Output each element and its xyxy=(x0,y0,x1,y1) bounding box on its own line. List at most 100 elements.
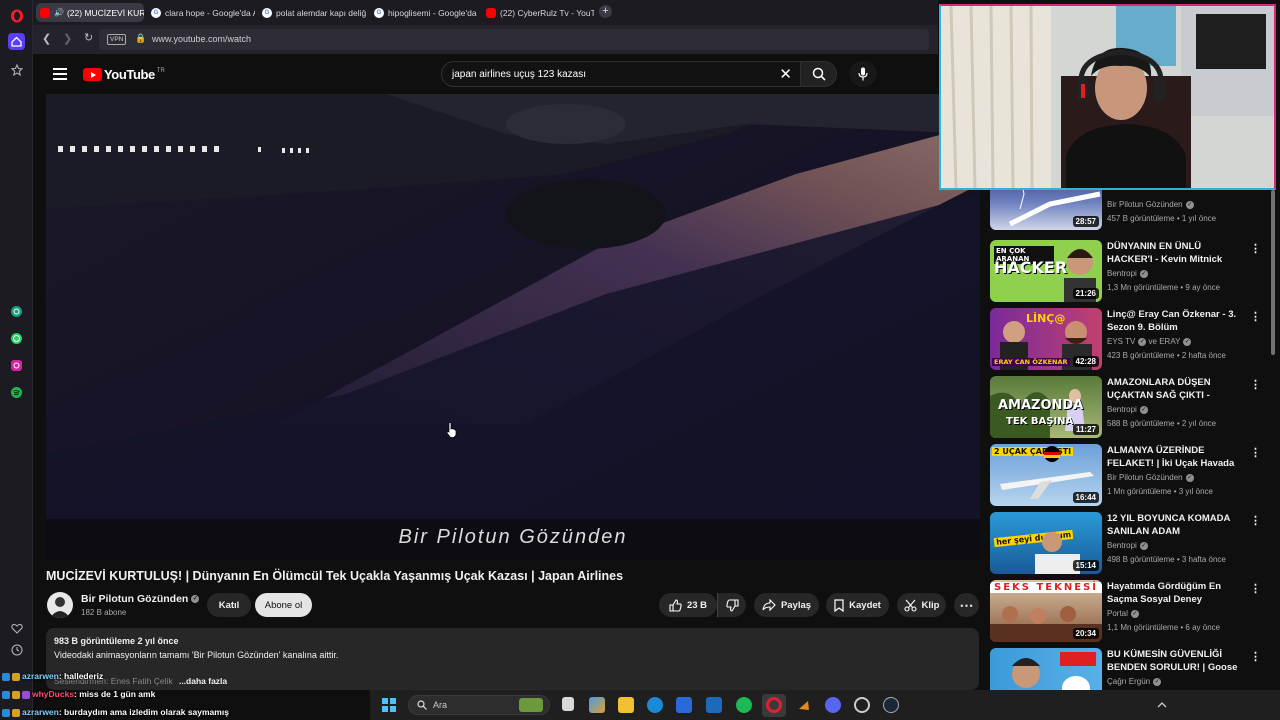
more-vertical-icon[interactable]: ⋮ xyxy=(1250,650,1261,663)
more-vertical-icon[interactable]: ⋮ xyxy=(1250,310,1261,323)
video-thumbnail[interactable]: her şeyi duydum 15:14 xyxy=(990,512,1102,574)
search-highlight-icon xyxy=(519,698,543,712)
tab-google-clara[interactable]: G clara hope - Google'da Ar xyxy=(147,3,255,22)
back-icon[interactable]: ❮ xyxy=(42,32,51,45)
notepad-icon[interactable] xyxy=(562,697,574,711)
spotify-icon[interactable] xyxy=(736,697,752,713)
tab-youtube-active[interactable]: 🔊 (22) MUCİZEVİ KURTUL xyxy=(36,3,144,22)
chatgpt-icon[interactable] xyxy=(8,303,25,320)
recommendation-item[interactable]: her şeyi duydum 15:14 12 YIL BOYUNCA KOM… xyxy=(990,512,1270,576)
file-explorer-icon[interactable] xyxy=(618,697,634,713)
opera-logo-icon[interactable] xyxy=(8,7,25,24)
more-vertical-icon[interactable]: ⋮ xyxy=(1250,514,1261,527)
tab-google-hipoglisemi[interactable]: G hipoglisemi - Google'da A xyxy=(370,3,478,22)
home-icon[interactable] xyxy=(8,33,25,50)
bookmark-icon xyxy=(834,598,844,612)
video-title[interactable]: ALMANYA ÜZERİNDE FELAKET! | İki Uçak Hav… xyxy=(1107,444,1247,471)
more-vertical-icon[interactable]: ⋮ xyxy=(1250,378,1261,391)
bookmark-star-icon[interactable] xyxy=(8,61,25,78)
search-button[interactable] xyxy=(801,61,837,87)
more-vertical-icon[interactable]: ⋮ xyxy=(1250,242,1261,255)
reload-icon[interactable]: ↻ xyxy=(84,31,93,44)
hamburger-menu-icon[interactable] xyxy=(53,68,67,80)
video-thumbnail[interactable]: EN ÇOK ARANAN HACKER 21:26 xyxy=(990,240,1102,302)
verified-icon: ✓ xyxy=(1139,405,1148,414)
sublime-icon[interactable] xyxy=(796,697,812,713)
tray-chevron-icon[interactable] xyxy=(1154,697,1170,713)
like-button[interactable]: 23 B xyxy=(659,593,717,617)
recommendation-item[interactable]: AMAZONDA TEK BAŞINA 11:27 AMAZONLARA DÜŞ… xyxy=(990,376,1270,440)
scrollbar[interactable] xyxy=(1271,190,1275,355)
channel-avatar[interactable] xyxy=(47,592,73,618)
heart-icon[interactable] xyxy=(8,620,25,637)
widgets-icon[interactable] xyxy=(589,697,605,713)
instagram-icon[interactable] xyxy=(8,357,25,374)
channel-name[interactable]: Portal ✓ xyxy=(1107,609,1139,618)
recommendation-item[interactable]: LİNÇ@ ERAY CAN ÖZKENAR 42:28 Linç@ Eray … xyxy=(990,308,1270,372)
whatsapp-icon[interactable] xyxy=(8,330,25,347)
more-vertical-icon[interactable]: ⋮ xyxy=(1250,446,1261,459)
youtube-logo[interactable]: YouTube TR xyxy=(83,67,165,82)
speaker-icon: 🔊 xyxy=(54,8,64,17)
dislike-button[interactable] xyxy=(717,593,746,617)
tab-google-polat[interactable]: G polat alemdar kapı deliği xyxy=(258,3,366,22)
forward-icon[interactable]: ❯ xyxy=(63,32,72,45)
video-title[interactable]: Hayatımda Gördüğüm En Saçma Sosyal Deney xyxy=(1107,580,1247,606)
channel-name[interactable]: Bentropi ✓ xyxy=(1107,269,1148,278)
video-duration: 21:26 xyxy=(1072,288,1099,299)
recommendation-item[interactable]: 2 UÇAK ÇARPIŞTI 16:44 ALMANYA ÜZERİNDE F… xyxy=(990,444,1270,508)
channel-name[interactable]: Çağrı Ergün ✓ xyxy=(1107,677,1162,686)
clear-search-icon[interactable]: ✕ xyxy=(779,65,792,83)
discord-icon[interactable] xyxy=(825,697,841,713)
calculator-icon[interactable] xyxy=(676,697,692,713)
lock-icon[interactable]: 🔒 xyxy=(135,33,146,44)
opera-icon[interactable] xyxy=(766,697,782,713)
windows-start-icon[interactable] xyxy=(382,698,396,712)
channel-name[interactable]: Bir Pilotun Gözünden ✓ xyxy=(1107,473,1194,482)
video-title[interactable]: AMAZONLARA DÜŞEN UÇAKTAN SAĞ ÇIKTI - Jul… xyxy=(1107,376,1247,403)
video-title[interactable]: Linç@ Eray Can Özkenar - 3. Sezon 9. Böl… xyxy=(1107,308,1247,334)
url-text[interactable]: www.youtube.com/watch xyxy=(152,34,251,44)
video-title[interactable]: DÜNYANIN EN ÜNLÜ HACKER'I - Kevin Mitnic… xyxy=(1107,240,1247,266)
video-meta: 423 B görüntüleme • 2 hafta önce xyxy=(1107,351,1226,360)
video-thumbnail[interactable]: 28:57 xyxy=(990,188,1102,230)
clip-button[interactable]: Klip xyxy=(897,593,946,617)
recommendation-item[interactable]: SEKS TEKNESİ 20:34 Hayatımda Gördüğüm En… xyxy=(990,580,1270,644)
join-button[interactable]: Katıl xyxy=(207,593,251,617)
video-title[interactable]: BU KÜMESİN GÜVENLİĞİ BENDEN SORULUR! | G… xyxy=(1107,648,1247,675)
recommendation-item[interactable]: EN ÇOK ARANAN HACKER 21:26 DÜNYANIN EN Ü… xyxy=(990,240,1270,304)
url-field[interactable]: VPN 🔒 www.youtube.com/watch xyxy=(99,29,929,50)
channel-name[interactable]: Bir Pilotun Gözünden ✓ xyxy=(1107,200,1194,209)
spotify-icon[interactable] xyxy=(8,384,25,401)
tab-youtube-cyberrulz[interactable]: (22) CyberRulz Tv - YouTu xyxy=(482,3,594,22)
video-thumbnail[interactable]: AMAZONDA TEK BAŞINA 11:27 xyxy=(990,376,1102,438)
taskbar-search-placeholder: Ara xyxy=(433,700,448,710)
video-title[interactable]: 12 YIL BOYUNCA KOMADA SANILAN ADAM xyxy=(1107,512,1247,538)
obs-icon[interactable] xyxy=(854,697,870,713)
more-actions-button[interactable]: ⋯ xyxy=(954,593,979,617)
channel-name[interactable]: Bentropi ✓ xyxy=(1107,541,1148,550)
video-thumbnail[interactable] xyxy=(990,648,1102,690)
video-thumbnail[interactable]: LİNÇ@ ERAY CAN ÖZKENAR 42:28 xyxy=(990,308,1102,370)
mail-icon[interactable] xyxy=(706,697,722,713)
recommendation-item[interactable]: BU KÜMESİN GÜVENLİĞİ BENDEN SORULUR! | G… xyxy=(990,648,1270,690)
save-button[interactable]: Kaydet xyxy=(826,593,889,617)
steam-icon[interactable] xyxy=(883,697,899,713)
video-player[interactable]: Bir Pilotun Gözünden xyxy=(46,94,980,559)
share-button[interactable]: Paylaş xyxy=(754,593,819,617)
new-tab-button[interactable]: + xyxy=(599,5,612,18)
channel-name[interactable]: EYS TV ✓ ve ERAY ✓ xyxy=(1107,337,1192,346)
video-thumbnail[interactable]: 2 UÇAK ÇARPIŞTI 16:44 xyxy=(990,444,1102,506)
subscribe-button[interactable]: Abone ol xyxy=(255,593,312,617)
youtube-icon xyxy=(486,7,496,18)
vpn-badge[interactable]: VPN xyxy=(107,34,127,45)
voice-search-button[interactable] xyxy=(849,61,877,87)
search-input[interactable]: japan airlines uçuş 123 kazası ✕ xyxy=(441,61,801,87)
history-icon[interactable] xyxy=(8,641,25,658)
video-thumbnail[interactable]: SEKS TEKNESİ 20:34 xyxy=(990,580,1102,642)
channel-name[interactable]: Bentropi ✓ xyxy=(1107,405,1148,414)
taskbar-search[interactable]: Ara xyxy=(408,695,550,715)
edge-icon[interactable] xyxy=(647,697,663,713)
channel-name[interactable]: Bir Pilotun Gözünden ✓ xyxy=(81,593,200,605)
more-vertical-icon[interactable]: ⋮ xyxy=(1250,582,1261,595)
